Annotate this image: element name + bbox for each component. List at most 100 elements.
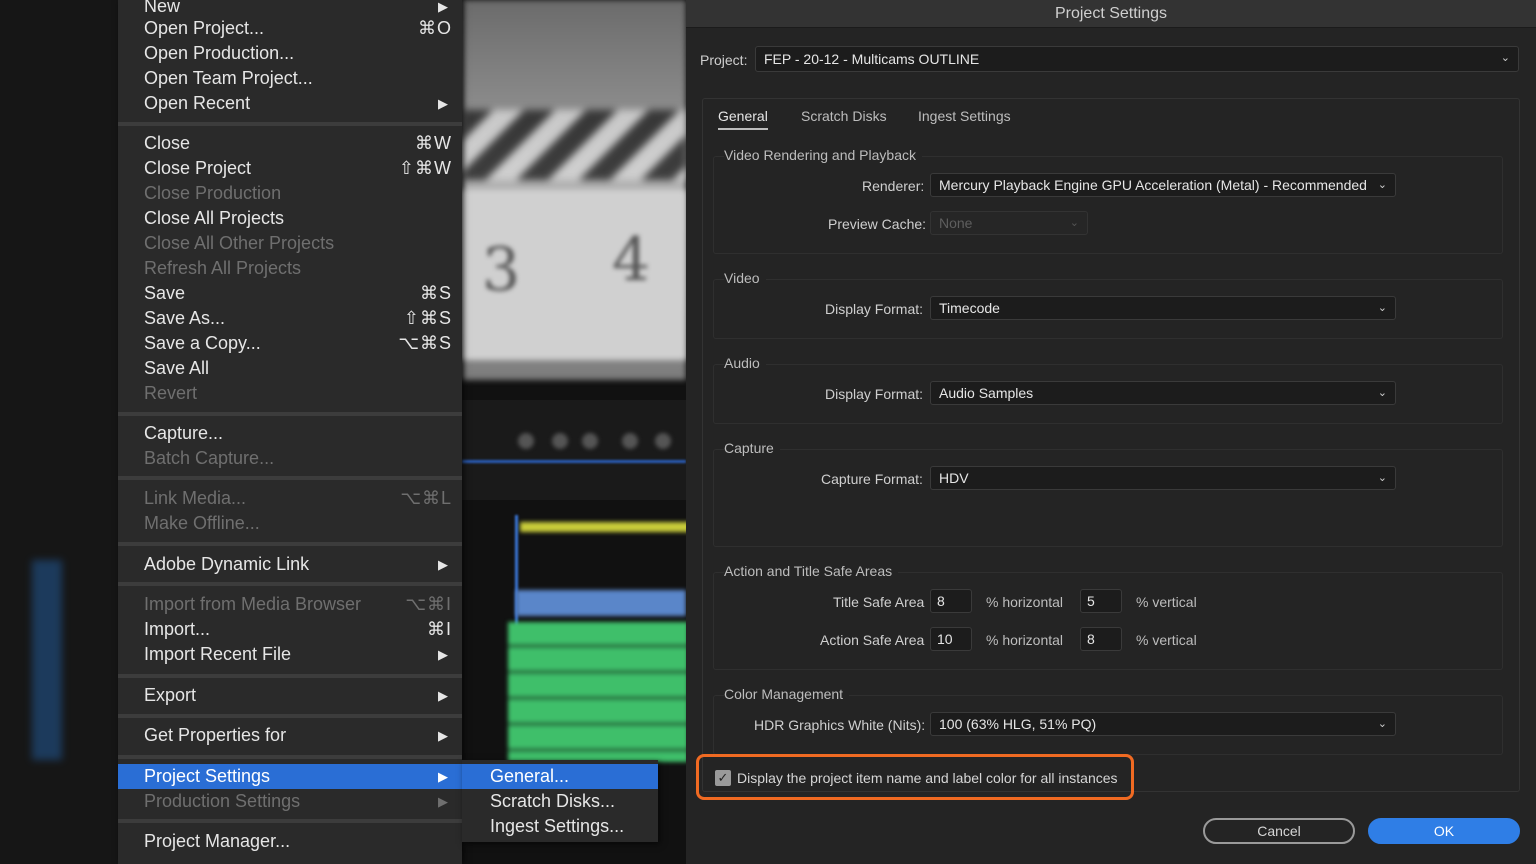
- cancel-button[interactable]: Cancel: [1203, 818, 1355, 844]
- menu-item-label: Project Settings: [144, 766, 271, 786]
- timeline-ruler: [462, 460, 686, 463]
- ok-button[interactable]: OK: [1368, 818, 1520, 844]
- group-capture: [713, 449, 1503, 547]
- file-menu-item-close-all-other-projects: Close All Other Projects: [118, 231, 462, 256]
- tab-scratch-disks[interactable]: Scratch Disks: [801, 108, 887, 124]
- file-menu-item-save-all[interactable]: Save All: [118, 356, 462, 381]
- menu-separator: [118, 122, 462, 126]
- file-menu-item-close[interactable]: Close ⌘W: [118, 131, 462, 156]
- menu-separator: [118, 819, 462, 823]
- project-settings-submenu: General... Scratch Disks... Ingest Setting…: [462, 760, 658, 842]
- submenu-arrow-icon: ▶: [438, 95, 448, 111]
- transport-button: [552, 433, 568, 449]
- timeline-clips-green: [508, 622, 688, 762]
- title-safe-label: Title Safe Area: [833, 594, 925, 610]
- file-menu-item-close-all-projects[interactable]: Close All Projects: [118, 206, 462, 231]
- menu-separator: [118, 476, 462, 480]
- menu-item-label: Import...: [144, 619, 211, 639]
- file-menu-item-project-manager[interactable]: Project Manager...: [118, 829, 462, 854]
- menu-separator: [118, 582, 462, 586]
- submenu-item-general[interactable]: General...: [462, 764, 658, 789]
- file-menu-item-save-a-copy[interactable]: Save a Copy... ⌥⌘S: [118, 331, 462, 356]
- submenu-arrow-icon: ▶: [438, 0, 448, 14]
- preview-cache-value: None: [939, 215, 973, 231]
- submenu-arrow-icon: ▶: [438, 768, 448, 784]
- file-menu-item-open-production[interactable]: Open Production...: [118, 41, 462, 66]
- submenu-arrow-icon: ▶: [438, 687, 448, 703]
- file-menu-item-make-offline: Make Offline...: [118, 511, 462, 536]
- title-safe-vertical-input[interactable]: 5: [1080, 589, 1122, 613]
- clapper-stripes: [462, 110, 686, 180]
- menu-separator: [118, 412, 462, 416]
- submenu-item-label: General...: [490, 766, 570, 786]
- project-select[interactable]: FEP - 20-12 - Multicams OUTLINE ⌄: [755, 46, 1519, 72]
- renderer-select[interactable]: Mercury Playback Engine GPU Acceleration…: [930, 173, 1396, 197]
- audio-display-format-value: Audio Samples: [939, 385, 1034, 401]
- file-menu-item-project-settings[interactable]: Project Settings ▶: [118, 764, 462, 789]
- chevron-down-icon: ⌄: [1377, 302, 1387, 314]
- safe-areas-title: Action and Title Safe Areas: [724, 563, 899, 579]
- file-menu-item-close-production: Close Production: [118, 181, 462, 206]
- capture-title: Capture: [724, 440, 780, 456]
- file-menu-item-open-recent[interactable]: Open Recent ▶: [118, 91, 462, 116]
- action-safe-horizontal-input[interactable]: 10: [930, 627, 972, 651]
- file-menu-item-close-project[interactable]: Close Project ⇧⌘W: [118, 156, 462, 181]
- display-label-color-checkbox[interactable]: ✓: [715, 770, 731, 786]
- menu-item-label: Link Media...: [144, 488, 247, 508]
- hdr-white-select[interactable]: 100 (63% HLG, 51% PQ) ⌄: [930, 712, 1396, 736]
- file-menu-item-link-media: Link Media... ⌥⌘L: [118, 486, 462, 511]
- file-menu-item-production-settings: Production Settings ▶: [118, 789, 462, 814]
- menu-item-label: Adobe Dynamic Link: [144, 554, 310, 574]
- submenu-item-label: Scratch Disks...: [490, 791, 616, 811]
- project-panel-background: [0, 0, 118, 864]
- file-menu-item-save[interactable]: Save ⌘S: [118, 281, 462, 306]
- menu-item-label: Get Properties for: [144, 725, 287, 745]
- menu-item-label: Close: [144, 133, 191, 153]
- menu-separator: [118, 755, 462, 759]
- blurred-selection: [32, 560, 62, 760]
- horizontal-unit: % horizontal: [986, 632, 1064, 648]
- transport-button: [622, 433, 638, 449]
- file-menu-item-adobe-dynamic-link[interactable]: Adobe Dynamic Link ▶: [118, 552, 462, 577]
- menu-item-label: Batch Capture...: [144, 448, 275, 468]
- group-safe-areas: [713, 572, 1503, 670]
- file-menu-item-save-as[interactable]: Save As... ⇧⌘S: [118, 306, 462, 331]
- capture-format-select[interactable]: HDV ⌄: [930, 466, 1396, 490]
- file-menu-item-import-recent-file[interactable]: Import Recent File ▶: [118, 642, 462, 667]
- file-menu-item-get-properties-for[interactable]: Get Properties for ▶: [118, 723, 462, 748]
- file-menu-item-capture[interactable]: Capture...: [118, 421, 462, 446]
- active-tab-underline: [718, 128, 768, 130]
- audio-title: Audio: [724, 355, 766, 371]
- submenu-arrow-icon: ▶: [438, 793, 448, 809]
- menu-item-shortcut: ⌥⌘L: [400, 488, 452, 508]
- title-safe-horizontal-input[interactable]: 8: [930, 589, 972, 613]
- video-display-format-select[interactable]: Timecode ⌄: [930, 296, 1396, 320]
- chevron-down-icon: ⌄: [1377, 718, 1387, 730]
- timeline-clip-blue: [516, 590, 686, 616]
- menu-item-shortcut: ⌘O: [417, 18, 452, 38]
- preview-cache-label: Preview Cache:: [828, 216, 927, 232]
- tab-general[interactable]: General: [718, 108, 768, 124]
- file-menu-item-open-team-project[interactable]: Open Team Project...: [118, 66, 462, 91]
- menu-item-shortcut: ⌘W: [415, 133, 452, 153]
- submenu-item-ingest-settings[interactable]: Ingest Settings...: [462, 814, 658, 839]
- chevron-down-icon: ⌄: [1377, 472, 1387, 484]
- slate-number-right: 4: [612, 225, 651, 295]
- menu-item-label: Make Offline...: [144, 513, 260, 533]
- transport-area: [462, 400, 686, 500]
- renderer-label: Renderer:: [862, 178, 925, 194]
- action-safe-vertical-input[interactable]: 8: [1080, 627, 1122, 651]
- tab-ingest-settings[interactable]: Ingest Settings: [918, 108, 1011, 124]
- menu-item-label: Project Manager...: [144, 831, 291, 851]
- file-menu-item-export[interactable]: Export ▶: [118, 683, 462, 708]
- display-label-color-label[interactable]: Display the project item name and label …: [737, 770, 1118, 786]
- file-menu-item-import[interactable]: Import... ⌘I: [118, 617, 462, 642]
- action-safe-label: Action Safe Area: [820, 632, 925, 648]
- file-menu-item-open-project[interactable]: Open Project... ⌘O: [118, 16, 462, 41]
- menu-item-label: Open Production...: [144, 43, 295, 63]
- audio-display-format-select[interactable]: Audio Samples ⌄: [930, 381, 1396, 405]
- horizontal-unit: % horizontal: [986, 594, 1064, 610]
- project-select-value: FEP - 20-12 - Multicams OUTLINE: [764, 51, 980, 67]
- submenu-item-scratch-disks[interactable]: Scratch Disks...: [462, 789, 658, 814]
- chevron-down-icon: ⌄: [1500, 52, 1510, 64]
